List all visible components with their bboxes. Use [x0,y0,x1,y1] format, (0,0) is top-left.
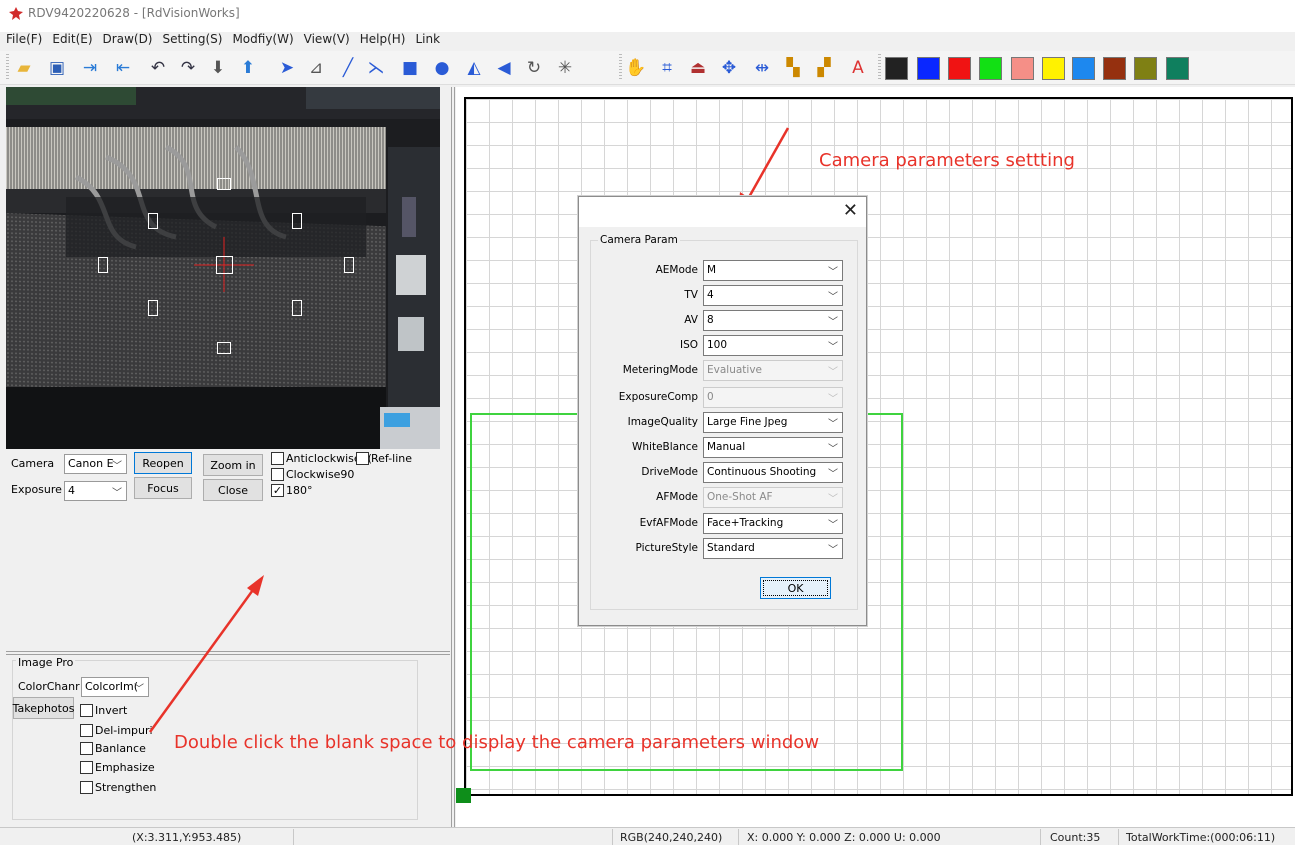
param-select-afmode: One-Shot AF ﹀ [703,487,843,508]
param-value-imagequality: Large Fine Jpeg [707,416,788,428]
arrow-to-dialog [742,127,790,207]
axes-position: X: 0.000 Y: 0.000 Z: 0.000 U: 0.000 [747,831,941,844]
chevron-down-icon: ﹀ [828,520,838,531]
param-row-afmode: AFMode One-Shot AF ﹀ [590,487,850,509]
param-label-exposurecomp: ExposureComp [618,391,698,403]
param-value-evfafmode: Face+Tracking [707,517,784,529]
param-select-whiteblance[interactable]: Manual ﹀ [703,437,843,458]
param-value-drivemode: Continuous Shooting [707,466,817,478]
chevron-down-icon: ﹀ [828,394,838,405]
dialog-hint-annotation: Camera parameters settting [819,150,1075,171]
cursor-coordinates: (X:3.311,Y:953.485) [132,831,242,844]
param-value-aemode: M [707,264,717,276]
param-row-meteringmode: MeteringMode Evaluative ﹀ [590,360,850,382]
chevron-down-icon: ﹀ [828,444,838,455]
param-label-drivemode: DriveMode [641,466,698,478]
param-value-exposurecomp: 0 [707,391,714,403]
status-bar: (X:3.311,Y:953.485) RGB(240,240,240) X: … [0,827,1295,845]
param-row-tv: TV 4 ﹀ [590,285,850,307]
param-row-exposurecomp: ExposureComp 0 ﹀ [590,387,850,409]
param-value-iso: 100 [707,339,728,351]
param-label-imagequality: ImageQuality [627,416,698,428]
param-select-exposurecomp: 0 ﹀ [703,387,843,408]
param-row-aemode: AEMode M ﹀ [590,260,850,282]
param-select-imagequality[interactable]: Large Fine Jpeg ﹀ [703,412,843,433]
double-click-hint-annotation: Double click the blank space to display … [174,732,820,753]
param-select-aemode[interactable]: M ﹀ [703,260,843,281]
param-select-iso[interactable]: 100 ﹀ [703,335,843,356]
param-value-whiteblance: Manual [707,441,746,453]
param-row-drivemode: DriveMode Continuous Shooting ﹀ [590,462,850,484]
chevron-down-icon: ﹀ [828,267,838,278]
param-select-av[interactable]: 8 ﹀ [703,310,843,331]
chevron-down-icon: ﹀ [828,367,838,378]
param-value-afmode: One-Shot AF [707,491,773,503]
param-value-picturestyle: Standard [707,542,755,554]
chevron-down-icon: ﹀ [828,419,838,430]
param-row-av: AV 8 ﹀ [590,310,850,332]
status-separator [1040,829,1041,845]
param-select-evfafmode[interactable]: Face+Tracking ﹀ [703,513,843,534]
param-label-picturestyle: PictureStyle [635,542,698,554]
param-label-aemode: AEMode [655,264,698,276]
chevron-down-icon: ﹀ [828,469,838,480]
param-label-meteringmode: MeteringMode [622,364,698,376]
param-value-av: 8 [707,314,714,326]
count-readout: Count:35 [1050,831,1101,844]
chevron-down-icon: ﹀ [828,292,838,303]
status-separator [1118,829,1119,845]
rgb-readout: RGB(240,240,240) [620,831,723,844]
param-row-whiteblance: WhiteBlance Manual ﹀ [590,437,850,459]
param-select-picturestyle[interactable]: Standard ﹀ [703,538,843,559]
total-work-time: TotalWorkTime:(000:06:11) [1126,831,1276,844]
param-label-av: AV [684,314,698,326]
chevron-down-icon: ﹀ [828,317,838,328]
param-select-drivemode[interactable]: Continuous Shooting ﹀ [703,462,843,483]
param-value-tv: 4 [707,289,714,301]
ok-button[interactable]: OK [760,577,831,599]
param-row-evfafmode: EvfAFMode Face+Tracking ﹀ [590,513,850,535]
chevron-down-icon: ﹀ [828,494,838,505]
camera-param-dialog: ✕ Camera Param AEMode M ﹀ TV 4 ﹀ AV 8 ﹀ ISO 100 ﹀ Me… [578,196,867,626]
param-label-iso: ISO [679,339,698,351]
arrow-to-blank-space [148,582,260,733]
param-label-evfafmode: EvfAFMode [639,517,698,529]
chevron-down-icon: ﹀ [828,342,838,353]
param-value-meteringmode: Evaluative [707,364,762,376]
param-row-imagequality: ImageQuality Large Fine Jpeg ﹀ [590,412,850,434]
status-separator [738,829,739,845]
camera-param-group-title: Camera Param [598,234,680,246]
status-separator [293,829,294,845]
chevron-down-icon: ﹀ [828,545,838,556]
dialog-title-bar[interactable]: ✕ [579,197,866,227]
status-separator [612,829,613,845]
param-label-tv: TV [684,289,698,301]
param-select-tv[interactable]: 4 ﹀ [703,285,843,306]
param-label-afmode: AFMode [656,491,698,503]
param-row-iso: ISO 100 ﹀ [590,335,850,357]
param-select-meteringmode: Evaluative ﹀ [703,360,843,381]
close-icon[interactable]: ✕ [843,200,858,221]
param-row-picturestyle: PictureStyle Standard ﹀ [590,538,850,560]
param-label-whiteblance: WhiteBlance [632,441,698,453]
